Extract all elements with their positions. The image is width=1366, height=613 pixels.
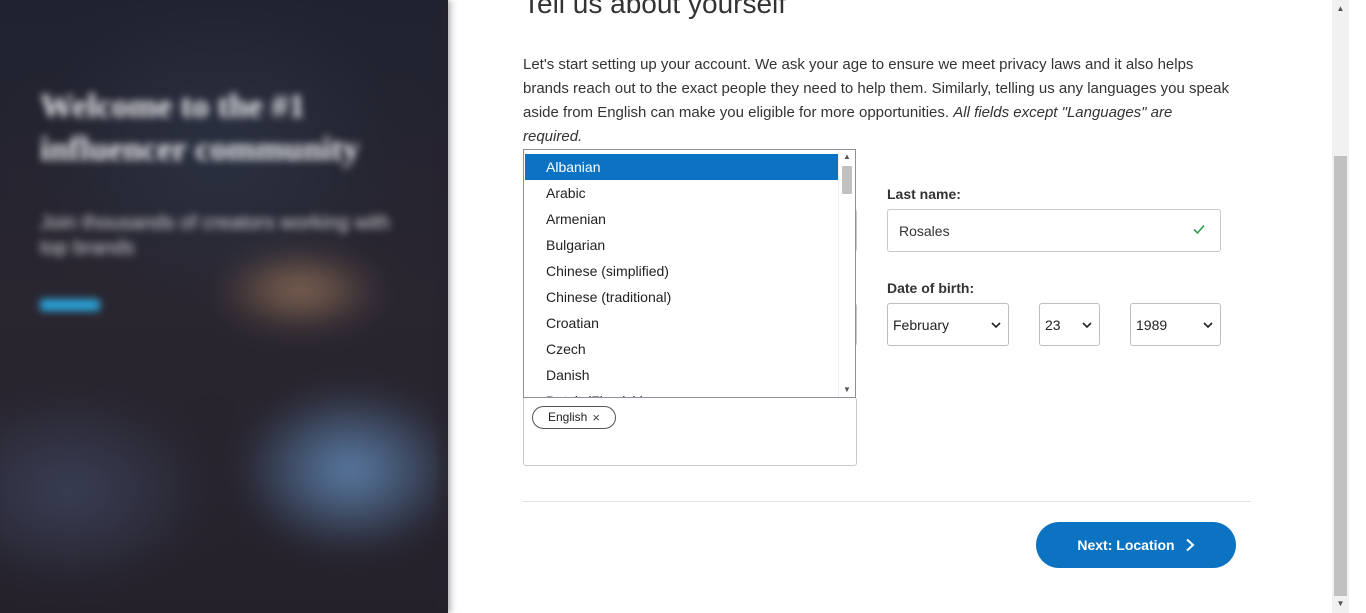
last-name-field[interactable]: Rosales <box>887 209 1221 252</box>
scroll-up-icon[interactable]: ▲ <box>839 150 855 164</box>
languages-input[interactable]: English × <box>523 397 857 466</box>
language-chip-label: English <box>548 410 588 424</box>
remove-chip-icon[interactable]: × <box>592 407 600 428</box>
chevron-down-icon <box>1082 322 1092 329</box>
dropdown-option[interactable]: Croatian <box>525 310 838 336</box>
form-divider <box>523 501 1251 502</box>
dropdown-option[interactable]: Albanian <box>525 154 838 180</box>
next-location-button[interactable]: Next: Location <box>1036 522 1236 568</box>
page-scrollbar[interactable]: ▲ ▼ <box>1332 0 1349 613</box>
hero-edge-shadow <box>440 0 454 613</box>
next-button-label: Next: Location <box>1077 537 1175 553</box>
hero-body: Join thousands of creators working with … <box>40 212 391 259</box>
dob-day-select[interactable]: 23 <box>1039 303 1100 346</box>
dob-day-value: 23 <box>1045 317 1061 333</box>
check-icon <box>1193 224 1205 235</box>
scroll-up-icon[interactable]: ▲ <box>1332 2 1349 16</box>
chevron-down-icon <box>1203 322 1213 329</box>
dob-month-value: February <box>893 317 950 333</box>
scroll-down-icon[interactable]: ▼ <box>1332 597 1349 611</box>
hero-overlay-text: Welcome to the #1 influencer community J… <box>40 85 400 311</box>
dropdown-option[interactable]: Dutch (Flemish) <box>525 388 838 397</box>
dropdown-scroll-thumb[interactable] <box>842 166 852 194</box>
dropdown-option[interactable]: Bulgarian <box>525 232 838 258</box>
dropdown-scrollbar[interactable]: ▲ ▼ <box>838 150 855 397</box>
dob-label: Date of birth: <box>887 280 975 296</box>
dropdown-option[interactable]: Czech <box>525 336 838 362</box>
last-name-value: Rosales <box>899 223 950 239</box>
languages-dropdown[interactable]: Albanian Arabic Armenian Bulgarian Chine… <box>523 149 856 398</box>
dropdown-option[interactable]: Armenian <box>525 206 838 232</box>
dropdown-option[interactable]: Chinese (traditional) <box>525 284 838 310</box>
hero-image-panel: Welcome to the #1 influencer community J… <box>0 0 448 613</box>
dob-year-value: 1989 <box>1136 317 1168 333</box>
intro-text: Let's start setting up your account. We … <box>523 53 1235 149</box>
scroll-down-icon[interactable]: ▼ <box>839 383 855 397</box>
page-title: Tell us about yourself <box>523 0 787 19</box>
dropdown-option[interactable]: Arabic <box>525 180 838 206</box>
dob-month-select[interactable]: February <box>887 303 1009 346</box>
language-chip[interactable]: English × <box>532 406 616 429</box>
chevron-right-icon <box>1185 538 1195 552</box>
last-name-label: Last name: <box>887 186 961 202</box>
chevron-down-icon <box>991 322 1001 329</box>
dropdown-option[interactable]: Danish <box>525 362 838 388</box>
dropdown-option[interactable]: Chinese (simplified) <box>525 258 838 284</box>
hero-title: Welcome to the #1 influencer community <box>40 88 360 168</box>
page-scroll-thumb[interactable] <box>1334 156 1347 596</box>
dob-year-select[interactable]: 1989 <box>1130 303 1221 346</box>
hero-link <box>40 299 100 311</box>
